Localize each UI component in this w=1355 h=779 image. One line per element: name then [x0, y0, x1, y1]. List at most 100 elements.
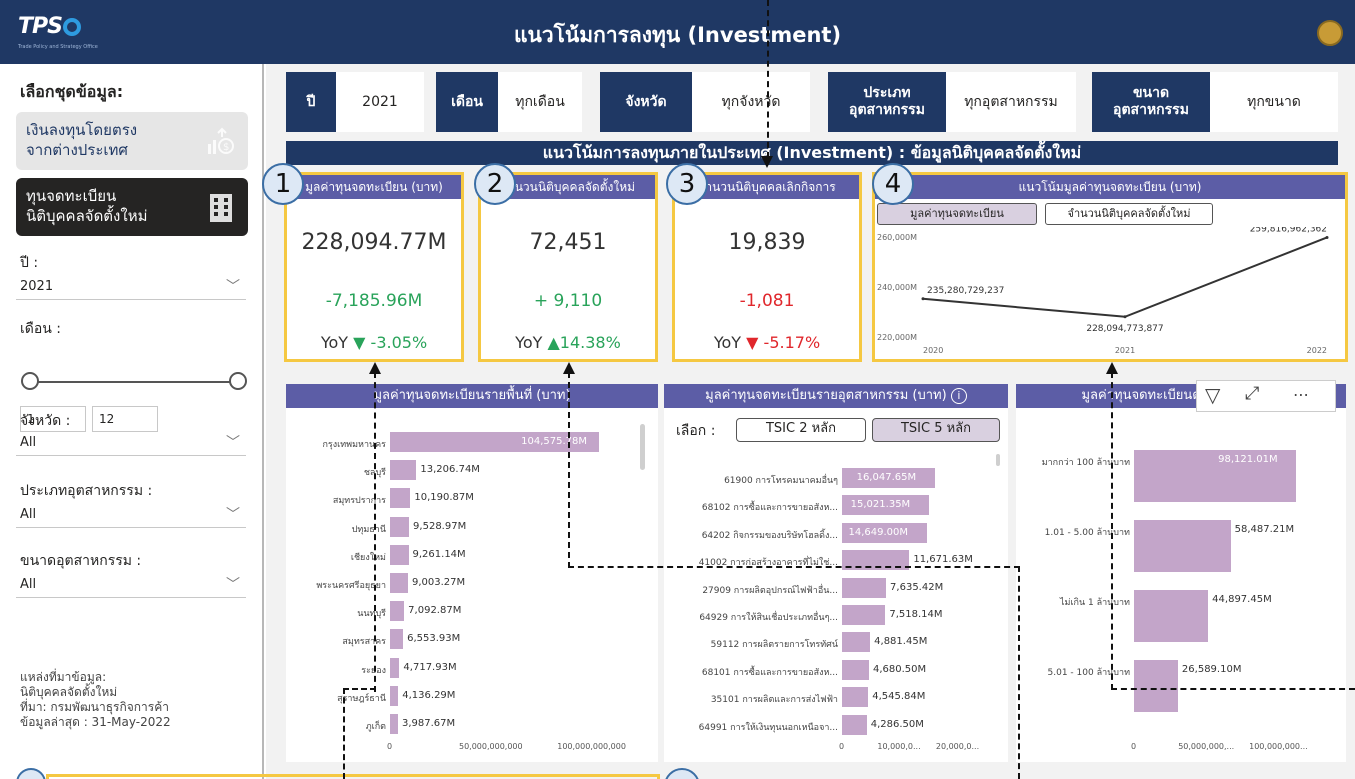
- industry-type-dropdown[interactable]: All ﹀: [16, 502, 246, 528]
- filter-industry-size-value: ทุกขนาด: [1247, 94, 1301, 110]
- filter-industry-size[interactable]: ขนาด อุตสาหกรรม ทุกขนาด: [1092, 72, 1338, 132]
- size-bar-chart: มากกว่า 100 ล้านบาท 98,121.01M 1.01 - 5.00…: [1016, 384, 1346, 762]
- bar-category-label: 27909 การผลิตอุปกรณ์ไฟฟ้าอื่น...: [702, 585, 838, 596]
- filter-icon[interactable]: ▽: [1205, 383, 1220, 407]
- x-tick-label: 0: [839, 742, 845, 751]
- year-dropdown[interactable]: 2021 ﹀: [16, 274, 246, 300]
- toggle-new-companies[interactable]: จำนวนนิติบุคคลจัดตั้งใหม่: [1045, 203, 1213, 225]
- bar-value-label: 4,136.29M: [402, 689, 456, 701]
- trend-line-chart: 260,000M 240,000M 220,000M 2020 2021 2022 235,…: [877, 227, 1329, 355]
- bar-category-label: สมุทรสาคร: [342, 637, 386, 648]
- trend-series-line: [922, 236, 1328, 318]
- kpi-yoy: YoY ▲14.38%: [481, 333, 655, 352]
- highlight-frame-partial: [46, 774, 660, 779]
- bar-value-label: 11,671.63M: [913, 554, 973, 566]
- bar-category-label: 64202 กิจกรรมของบริษัทโฮลดิ้ง...: [701, 530, 838, 541]
- month-slider-start-handle[interactable]: [21, 372, 39, 390]
- chevron-down-icon: ﹀: [226, 435, 240, 451]
- chevron-down-icon: ﹀: [226, 507, 240, 523]
- month-slider-end-handle[interactable]: [229, 372, 247, 390]
- bar-value-label: 7,518.14M: [889, 609, 943, 620]
- callout-badge-4: 4: [872, 163, 914, 205]
- trend-title: แนวโน้มมูลค่าทุนจดทะเบียน (บาท): [875, 175, 1345, 199]
- down-arrow-icon: ▼: [746, 333, 759, 352]
- yoy-value: -3.05%: [370, 333, 428, 352]
- annotation-connector: [1111, 372, 1113, 690]
- kpi-title: มูลค่าทุนจดทะเบียน (บาท): [287, 175, 461, 199]
- month-slider-track[interactable]: [30, 381, 236, 383]
- filter-month-value: ทุกเดือน: [515, 94, 565, 110]
- filter-year[interactable]: ปี 2021: [286, 72, 424, 132]
- filter-industry-type[interactable]: ประเภท อุตสาหกรรม ทุกอุตสาหกรรม: [828, 72, 1076, 132]
- area-panel: มูลค่าทุนจดทะเบียนรายพื้นที่ (บาท) กรุงเ…: [286, 384, 658, 762]
- callout-badge-3: 3: [666, 163, 708, 205]
- annotation-connector: [568, 566, 1020, 568]
- area-bar-chart: กรุงเทพมหานคร 104,575.78M ชลบุรี 13,206.74M…: [286, 384, 658, 762]
- bar-value-label: 4,286.50M: [870, 718, 924, 730]
- sidebar: เลือกชุดข้อมูล: เงินลงทุนโดยตรง จากต่างป…: [0, 64, 264, 779]
- callout-badge-1: 1: [262, 163, 304, 205]
- key-line: อุตสาหกรรม: [1113, 102, 1189, 118]
- trend-chart-card: แนวโน้มมูลค่าทุนจดทะเบียน (บาท) มูลค่าทุ…: [872, 172, 1348, 362]
- focus-mode-icon[interactable]: ⤢: [1245, 383, 1259, 404]
- key-line: อุตสาหกรรม: [849, 102, 925, 118]
- toggle-registered-capital[interactable]: มูลค่าทุนจดทะเบียน: [877, 203, 1037, 225]
- province-dropdown[interactable]: All ﹀: [16, 430, 246, 456]
- scrollbar[interactable]: [640, 424, 645, 470]
- x-tick-label: 0: [387, 742, 393, 751]
- bar-value-label: 26,589.10M: [1181, 664, 1242, 675]
- bar-value-label: 16,047.65M: [856, 472, 917, 483]
- kpi-value: 228,094.77M: [301, 230, 447, 255]
- scrollbar[interactable]: [996, 454, 1000, 466]
- section-banner: แนวโน้มการลงทุนภายในประเทศ (Investment) …: [286, 141, 1338, 165]
- bar: [390, 714, 398, 734]
- kpi-delta: -7,185.96M: [325, 291, 423, 311]
- x-tick-label: 2022: [1307, 346, 1327, 355]
- bar-value-label: 13,206.74M: [420, 464, 480, 476]
- x-tick-label: 20,000,0...: [935, 742, 980, 751]
- x-tick-label: 50,000,000,...: [1178, 742, 1235, 751]
- y-tick-label: 260,000M: [877, 233, 917, 242]
- annotation-connector: [1018, 566, 1020, 779]
- bar: [390, 544, 409, 565]
- ministry-seal-icon: [1317, 20, 1343, 46]
- arrow-down-icon: [761, 156, 773, 168]
- bar: [842, 714, 867, 735]
- month-to-input[interactable]: 12: [92, 406, 158, 432]
- bar-category-label: สุราษฎร์ธานี: [337, 693, 386, 704]
- annotation-connector: [343, 688, 345, 779]
- kpi-delta: -1,081: [739, 291, 795, 311]
- bar-value-label: 15,021.35M: [850, 499, 911, 511]
- size-panel: มูลค่าทุนจดทะเบียนตามขนาดธุรกิจ มากกว่า …: [1016, 384, 1346, 762]
- top-bar: TPS Trade Policy and Strategy Office แนว…: [0, 0, 1355, 64]
- bar-value-label: 6,553.93M: [407, 633, 461, 645]
- down-arrow-icon: ▼: [353, 333, 366, 352]
- industry-size-dropdown[interactable]: All ﹀: [16, 572, 246, 598]
- data-source-note: แหล่งที่มาข้อมูล: นิติบุคคลจัดตั้งใหม่ ท…: [20, 670, 171, 730]
- source-line: ข้อมูลล่าสุด : 31-May-2022: [20, 715, 171, 729]
- more-options-icon[interactable]: ⋯: [1293, 385, 1309, 404]
- province-dropdown-value: All: [20, 435, 37, 450]
- yoy-label: YoY: [713, 333, 742, 352]
- year-dropdown-value: 2021: [20, 279, 54, 294]
- filter-month[interactable]: เดือน ทุกเดือน: [436, 72, 582, 132]
- bar: [842, 577, 887, 598]
- bar-value-label: 4,881.45M: [874, 636, 928, 648]
- dataset-fdi-button[interactable]: เงินลงทุนโดยตรง จากต่างประเทศ $: [16, 112, 248, 170]
- main-canvas: ปี 2021 เดือน ทุกเดือน จังหวัด ทุกจังหวั…: [266, 64, 1355, 779]
- filter-province[interactable]: จังหวัด ทุกจังหวัด: [600, 72, 810, 132]
- yoy-value: 14.38%: [559, 333, 621, 352]
- bar-value-label: 58,487.21M: [1234, 524, 1295, 535]
- bar: [390, 516, 410, 537]
- trend-data-label: 228,094,773,877: [1086, 324, 1163, 334]
- x-tick-label: 0: [1131, 742, 1137, 751]
- industry-size-dropdown-value: All: [20, 577, 37, 592]
- bar-value-label: 98,121.01M: [1218, 454, 1278, 465]
- y-tick-label: 220,000M: [877, 333, 917, 342]
- annotation-connector: [1111, 688, 1355, 690]
- y-tick-label: 240,000M: [877, 283, 917, 292]
- trend-point: [921, 297, 925, 301]
- chevron-down-icon: ﹀: [226, 577, 240, 593]
- bar: [842, 687, 869, 708]
- dataset-registered-capital-button[interactable]: ทุนจดทะเบียน นิติบุคคลจัดตั้งใหม่: [16, 178, 248, 236]
